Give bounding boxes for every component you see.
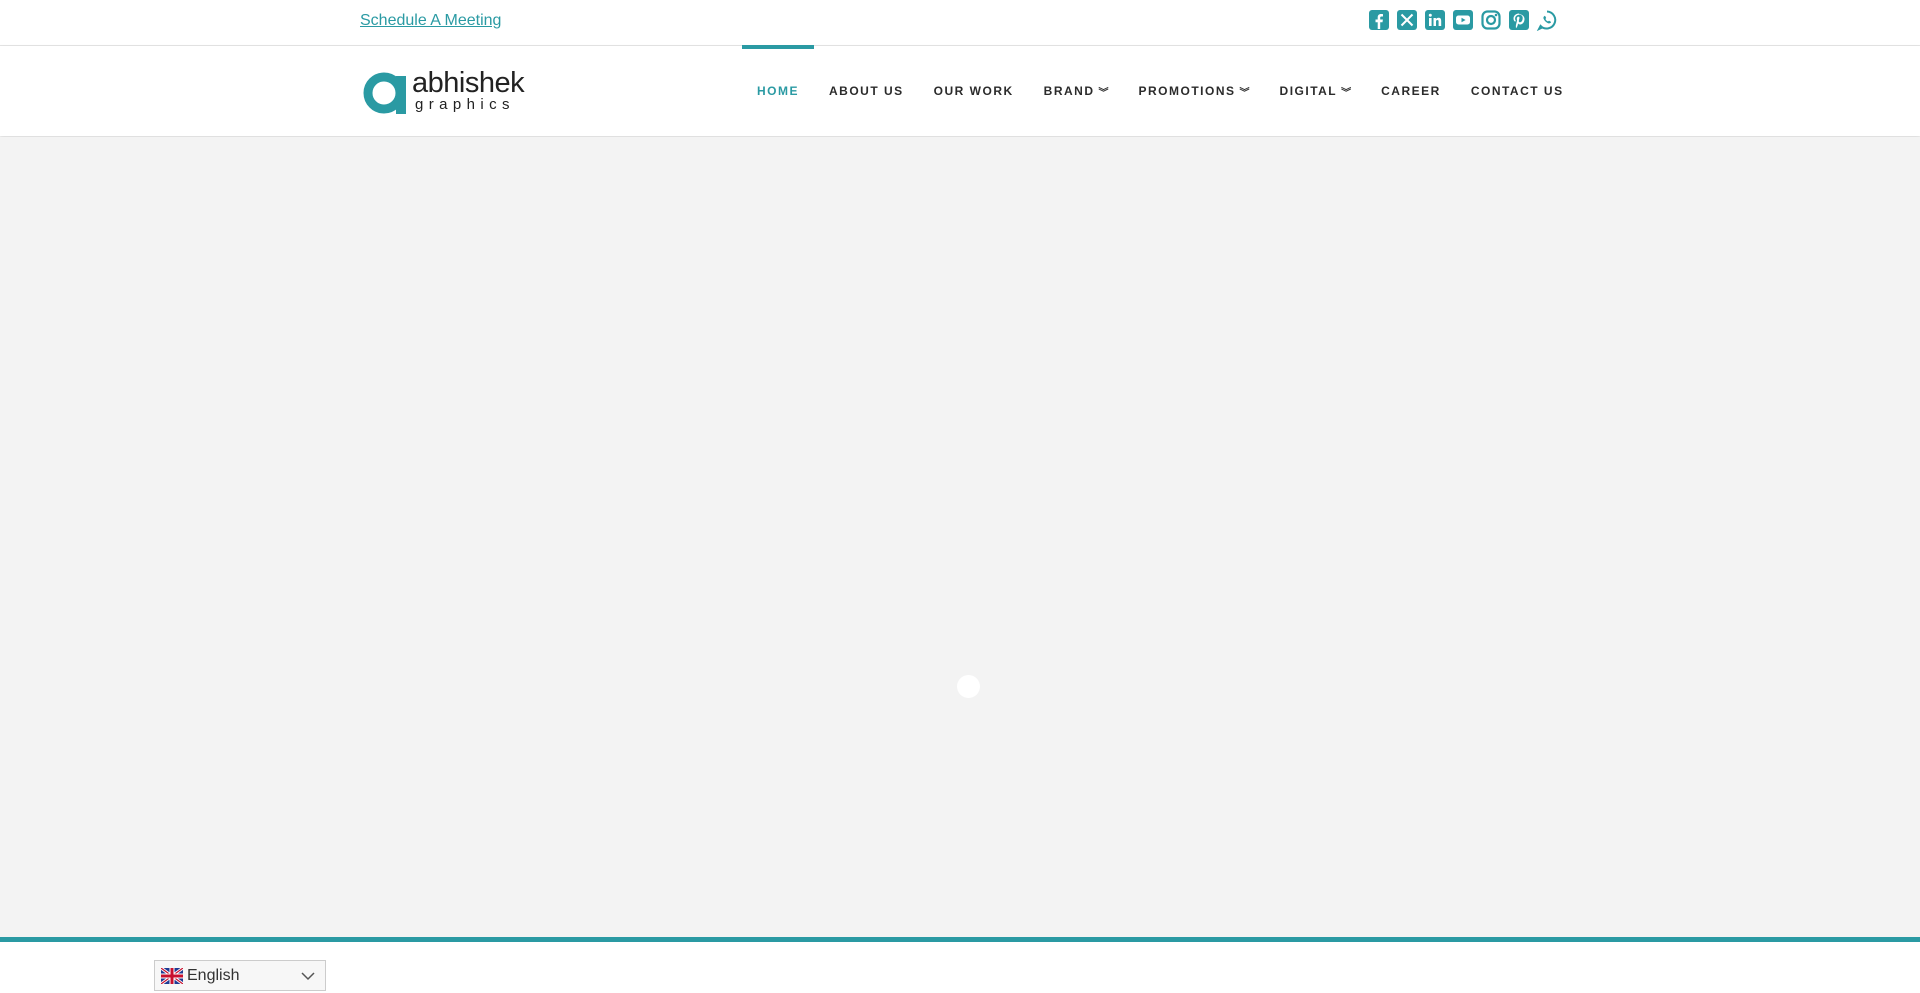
social-links [1368, 9, 1558, 31]
youtube-icon[interactable] [1452, 9, 1474, 31]
nav-item-digital[interactable]: DIGITAL ︾ [1265, 46, 1367, 136]
hero-section [0, 137, 1920, 937]
x-twitter-icon[interactable] [1396, 9, 1418, 31]
logo-subtitle: graphics [415, 96, 515, 113]
nav-item-label: HOME [757, 84, 799, 98]
schedule-meeting-link[interactable]: Schedule A Meeting [360, 12, 501, 30]
nav-item-label: ABOUT US [829, 84, 904, 98]
logo-wordmark: abhishek [412, 67, 525, 99]
double-chevron-down-icon: ︾ [1239, 87, 1250, 99]
nav-item-career[interactable]: CAREER [1366, 46, 1456, 136]
site-logo[interactable]: abhishek graphics [360, 67, 535, 116]
nav-item-label: OUR WORK [933, 84, 1014, 98]
facebook-icon[interactable] [1368, 9, 1390, 31]
double-chevron-down-icon: ︾ [1098, 87, 1109, 99]
linkedin-icon[interactable] [1424, 9, 1446, 31]
pinterest-icon[interactable] [1508, 9, 1530, 31]
nav-item-label: BRAND [1043, 84, 1095, 98]
nav-item-brand[interactable]: BRAND ︾ [1029, 46, 1124, 136]
nav-item-label: CAREER [1381, 84, 1441, 98]
nav-item-label: DIGITAL [1279, 84, 1338, 98]
nav-item-label: PROMOTIONS [1138, 84, 1236, 98]
nav-item-about-us[interactable]: ABOUT US [814, 46, 919, 136]
language-label: English [187, 966, 240, 984]
language-selector[interactable]: English [154, 960, 326, 991]
nav-item-label: CONTACT US [1470, 84, 1564, 98]
main-navigation: HOME ABOUT US OUR WORK BRAND ︾ PROMOTION… [742, 45, 1579, 136]
nav-item-our-work[interactable]: OUR WORK [919, 46, 1029, 136]
main-header: abhishek graphics HOME ABOUT US OUR WORK… [0, 45, 1920, 136]
nav-item-home[interactable]: HOME [742, 45, 814, 136]
loading-indicator [957, 675, 980, 698]
nav-item-promotions[interactable]: PROMOTIONS ︾ [1124, 46, 1265, 136]
double-chevron-down-icon: ︾ [1341, 87, 1352, 99]
nav-item-contact-us[interactable]: CONTACT US [1456, 46, 1579, 136]
chevron-down-icon [301, 972, 315, 981]
instagram-icon[interactable] [1480, 9, 1502, 31]
logo-mark-icon [363, 72, 406, 114]
whatsapp-icon[interactable] [1536, 9, 1558, 31]
uk-flag-icon [161, 967, 183, 984]
top-bar: Schedule A Meeting [0, 0, 1920, 46]
